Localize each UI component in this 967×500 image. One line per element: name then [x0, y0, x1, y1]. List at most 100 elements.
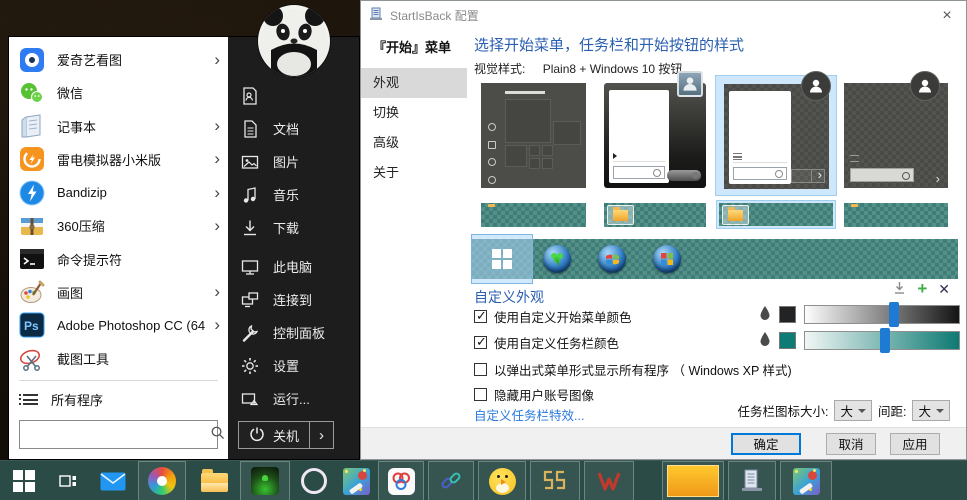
shutdown-button[interactable]: 关机 › — [238, 421, 334, 449]
circle-app-button[interactable] — [294, 461, 334, 500]
ldplayer-icon — [19, 146, 45, 172]
user-avatar[interactable] — [258, 5, 330, 77]
share-app-button[interactable] — [378, 461, 424, 500]
preview-search-box — [613, 166, 665, 179]
start-button-win8-orb[interactable] — [653, 245, 681, 273]
visual-style-value[interactable]: Plain8 + Windows 10 按钮 — [543, 62, 683, 76]
checkbox-custom-taskbar-color[interactable]: 使用自定义任务栏颜色 — [474, 333, 619, 352]
user-files-item[interactable] — [228, 79, 359, 112]
shutdown-options-arrow[interactable]: › — [309, 422, 333, 448]
place-pictures[interactable]: 图片 — [228, 145, 359, 178]
control-panel-icon — [240, 323, 260, 343]
pinwheel-browser-icon — [148, 467, 176, 495]
start-button-win10-selected[interactable] — [471, 234, 533, 284]
start-button-win7-orb[interactable] — [598, 245, 626, 273]
close-icon[interactable]: × — [936, 6, 958, 25]
add-icon[interactable]: + — [917, 282, 927, 296]
checkbox-xp-style-all-programs[interactable]: 以弹出式菜单形式显示所有程序 （ Windows XP 样式) — [474, 360, 792, 379]
place-connect-to[interactable]: 连接到 — [228, 283, 359, 316]
task-view-button[interactable] — [48, 461, 88, 500]
link-app-button[interactable] — [428, 461, 474, 500]
ok-button[interactable]: 确定 — [731, 433, 801, 455]
slider-handle[interactable] — [880, 328, 890, 353]
startisback-taskbar-button[interactable] — [728, 461, 776, 500]
browser-app-button[interactable] — [138, 461, 186, 500]
chain-link-icon — [439, 469, 463, 493]
app-item-ldplayer[interactable]: 雷电模拟器小米版 — [9, 143, 228, 176]
search-box[interactable] — [19, 420, 218, 449]
app-item-snipping-tool[interactable]: 截图工具 — [9, 342, 228, 375]
all-programs-item[interactable]: 所有程序 — [9, 385, 228, 414]
taskbar-preview-1[interactable] — [481, 203, 586, 227]
place-run[interactable]: 运行... — [228, 382, 359, 415]
app-item-iqiyi-viewer[interactable]: 爱奇艺看图 — [9, 43, 228, 76]
tab-switching[interactable]: 切换 — [361, 98, 467, 128]
place-control-panel[interactable]: 控制面板 — [228, 316, 359, 349]
taskbar-color-swatch[interactable] — [779, 332, 796, 349]
start-button[interactable] — [0, 461, 48, 500]
cancel-button[interactable]: 取消 — [826, 433, 876, 455]
red-w-app-button[interactable] — [584, 461, 634, 500]
taskbar-fx-link[interactable]: 自定义任务栏特效... — [474, 405, 584, 424]
tab-about[interactable]: 关于 — [361, 158, 467, 188]
mail-app-button[interactable] — [92, 461, 134, 500]
checkbox-icon[interactable] — [474, 388, 487, 401]
place-this-pc[interactable]: 此电脑 — [228, 250, 359, 283]
start-button-clover-orb[interactable] — [543, 245, 571, 273]
app-item-paint[interactable]: 画图 — [9, 276, 228, 309]
folder-icon — [613, 210, 628, 221]
place-documents[interactable]: 文档 — [228, 112, 359, 145]
checkbox-hide-user-picture[interactable]: 隐藏用户账号图像 — [474, 385, 594, 404]
user-files-icon — [240, 86, 260, 106]
icon-size-dropdown[interactable]: 大 — [834, 400, 872, 421]
start-menu-app-list: 爱奇艺看图 微信 记事本 雷电模拟器小米版 Bandizip 360压缩 — [9, 37, 228, 459]
tab-appearance[interactable]: 外观 — [361, 68, 467, 98]
app-item-bandizip[interactable]: Bandizip — [9, 176, 228, 209]
chick-app-button[interactable] — [478, 461, 526, 500]
checkbox-icon[interactable] — [474, 363, 487, 376]
slider-handle[interactable] — [889, 302, 899, 327]
style-preview-plain10[interactable]: › — [844, 83, 948, 188]
ss-app-button[interactable] — [530, 461, 580, 500]
start-menu-color-swatch[interactable] — [779, 306, 796, 323]
app-item-wechat[interactable]: 微信 — [9, 76, 228, 109]
checkbox-icon[interactable] — [474, 336, 487, 349]
file-explorer-button[interactable] — [192, 461, 236, 500]
page-title: 选择开始菜单，任务栏和开始按钮的样式 — [474, 34, 744, 55]
photo-tool-button-2[interactable] — [780, 461, 832, 500]
app-item-photoshop[interactable]: Ps Adobe Photoshop CC (64 Bit) — [9, 309, 228, 342]
taskbar-color-slider[interactable] — [804, 331, 960, 350]
documents-icon — [240, 119, 260, 139]
snipping-tool-icon — [19, 346, 45, 372]
checkbox-icon[interactable] — [474, 310, 487, 323]
taskbar-preview-3-selected[interactable] — [716, 200, 836, 229]
place-settings[interactable]: 设置 — [228, 349, 359, 382]
taskbar-preview-4[interactable] — [844, 203, 948, 227]
search-input[interactable] — [28, 427, 204, 442]
place-downloads[interactable]: 下载 — [228, 211, 359, 244]
style-preview-plain8-selected[interactable] — [715, 75, 837, 196]
linked-rings-icon — [388, 468, 415, 495]
clover-icon — [549, 251, 565, 267]
tab-advanced[interactable]: 高级 — [361, 128, 467, 158]
style-preview-win7[interactable] — [604, 83, 706, 188]
shutdown-label: 关机 — [273, 426, 299, 445]
start-menu-color-slider[interactable] — [804, 305, 960, 324]
spacing-dropdown[interactable]: 大 — [912, 400, 950, 421]
taskbar-preview-2[interactable] — [604, 203, 706, 227]
android-emulator-icon — [251, 467, 279, 495]
download-icon[interactable] — [893, 281, 906, 298]
app-item-notepad[interactable]: 记事本 — [9, 109, 228, 142]
android-emulator-button[interactable] — [240, 461, 290, 500]
checkbox-custom-start-menu-color[interactable]: 使用自定义开始菜单颜色 — [474, 307, 632, 326]
place-music[interactable]: 音乐 — [228, 178, 359, 211]
app-item-360zip[interactable]: 360压缩 — [9, 209, 228, 242]
icon-size-label: 任务栏图标大小: — [738, 401, 829, 420]
photo-tool-button[interactable] — [336, 461, 376, 500]
apply-button[interactable]: 应用 — [890, 433, 940, 455]
style-preview-win10[interactable] — [481, 83, 586, 188]
app-item-cmd[interactable]: 命令提示符 — [9, 242, 228, 275]
remove-icon[interactable]: ✕ — [938, 282, 950, 296]
orange-window-button[interactable] — [662, 461, 724, 500]
windows10-logo-icon — [492, 249, 512, 269]
